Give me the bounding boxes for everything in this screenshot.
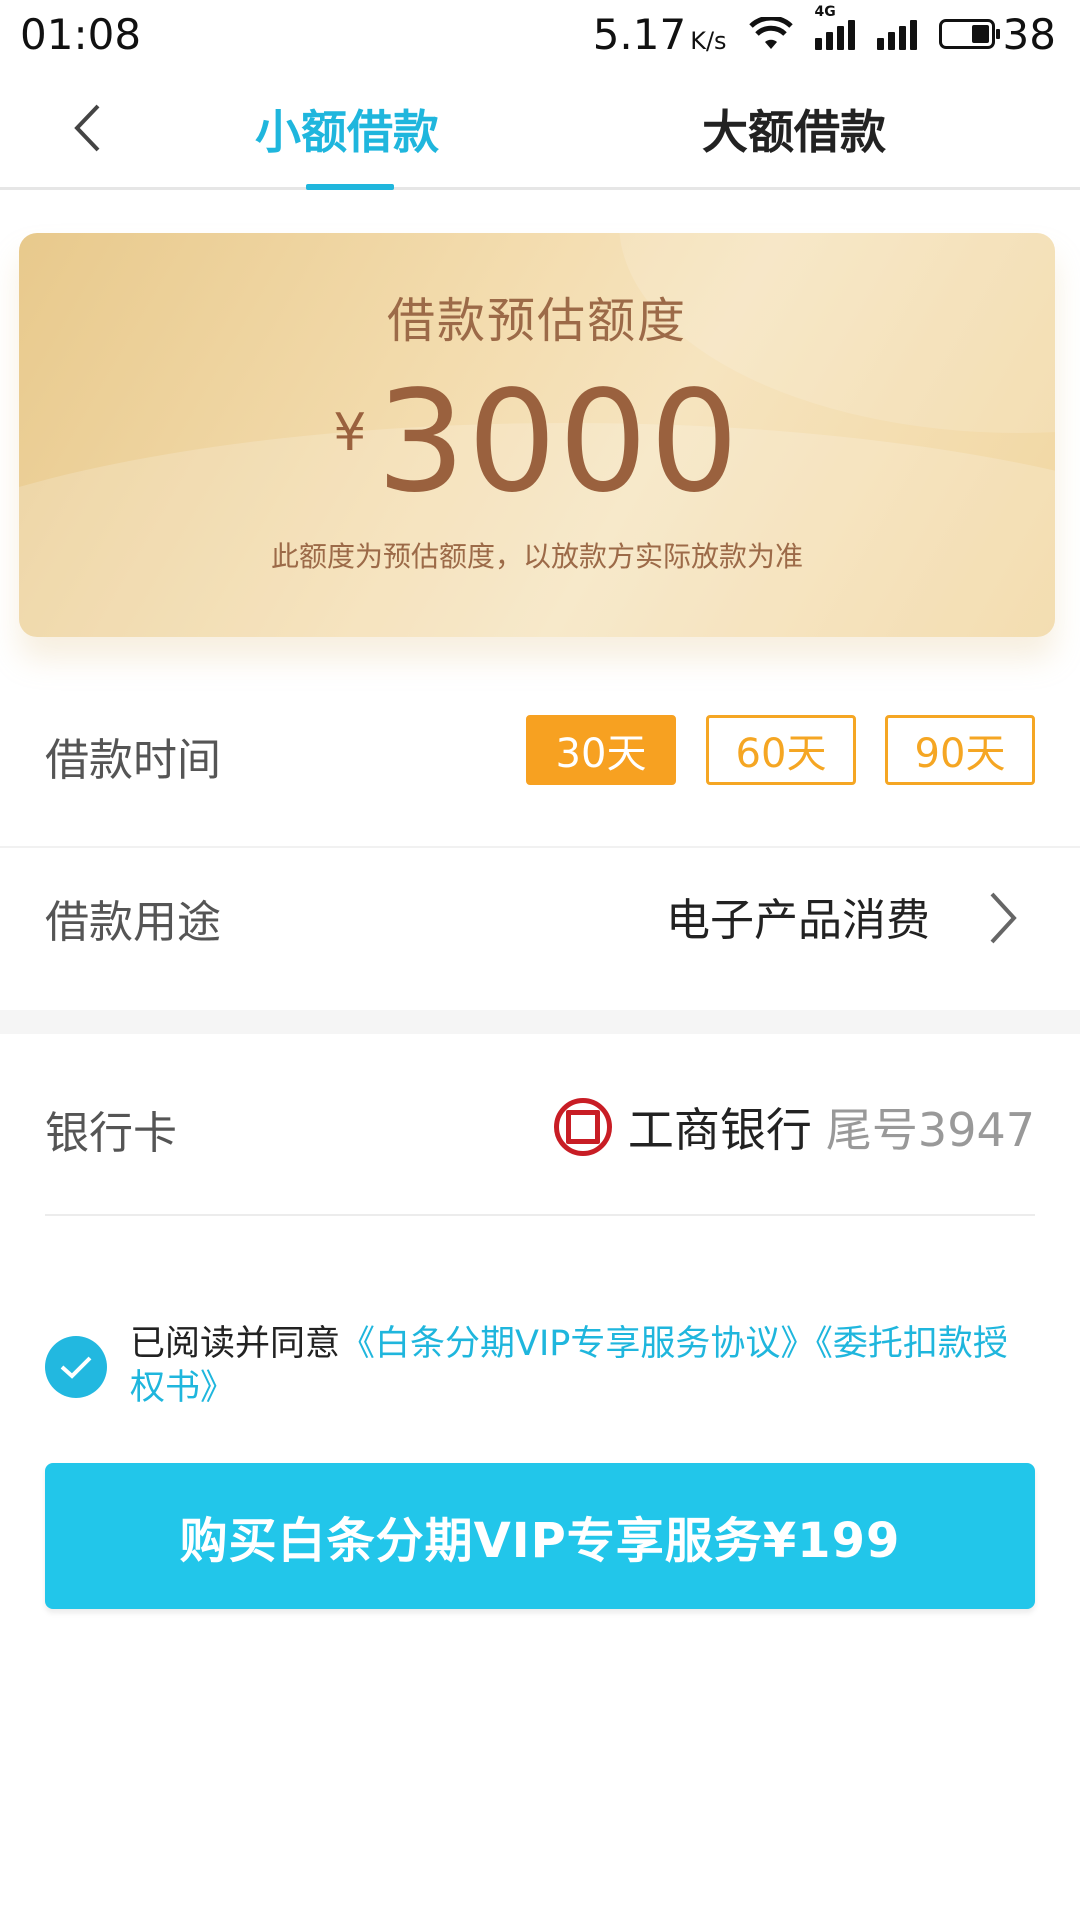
bank-card-label: 银行卡	[45, 1108, 177, 1159]
status-icons: 5.17 K/s 4G 38	[593, 4, 1056, 59]
credit-note: 此额度为预估额度，以放款方实际放款为准	[270, 540, 803, 573]
agreement-text: 已阅读并同意《白条分期VIP专享服务协议》《委托扣款授权书》	[130, 1322, 1035, 1410]
status-bar: 01:08 5.17 K/s 4G 38	[0, 0, 1080, 68]
active-tab-indicator	[306, 184, 394, 190]
signal-icon	[876, 18, 917, 50]
icbc-logo-icon	[553, 1098, 612, 1156]
credit-title: 借款预估额度	[386, 293, 687, 349]
loan-term-row: 借款时间 30天 60天 90天	[0, 680, 1080, 848]
chevron-left-icon	[74, 104, 100, 152]
section-divider	[0, 1010, 1080, 1034]
chevron-right-icon	[990, 892, 1017, 944]
network-type-label: 4G	[814, 4, 836, 20]
nav-header: 小额借款 大额借款	[0, 68, 1080, 190]
wifi-icon	[748, 17, 793, 49]
net-speed-unit: K/s	[690, 26, 727, 55]
bank-card-info: 工商银行 尾号3947	[553, 1094, 1035, 1160]
card-tail-number: 尾号3947	[825, 1103, 1035, 1157]
loan-term-label: 借款时间	[45, 735, 221, 786]
net-speed: 5.17 K/s	[593, 10, 727, 59]
currency-symbol: ¥	[333, 403, 367, 463]
signal-4g-icon: 4G	[814, 4, 855, 50]
battery-indicator: 38	[938, 9, 1056, 59]
agreement-prefix: 已阅读并同意	[130, 1324, 341, 1364]
term-option-30[interactable]: 30天	[526, 715, 676, 785]
agree-checkbox[interactable]	[45, 1336, 107, 1398]
battery-fill	[971, 25, 989, 43]
back-button[interactable]	[62, 98, 112, 158]
tab-small-loan[interactable]: 小额借款	[255, 96, 439, 162]
vip-service-agreement-link[interactable]: 《白条分期VIP专享服务协议》	[340, 1324, 815, 1364]
bank-name: 工商银行	[627, 1103, 812, 1157]
net-speed-value: 5.17	[592, 9, 687, 59]
loan-purpose-row[interactable]: 借款用途 电子产品消费	[0, 848, 1080, 1010]
bank-card-row[interactable]: 银行卡 工商银行 尾号3947	[45, 1034, 1035, 1216]
buy-vip-service-button[interactable]: 购买白条分期VIP专享服务¥199	[45, 1463, 1035, 1609]
term-option-90[interactable]: 90天	[885, 715, 1035, 785]
app-screen: 01:08 5.17 K/s 4G 38 小额借款 大额借款 借款预估额度 ¥ …	[0, 0, 1080, 1920]
battery-percent: 38	[1002, 9, 1056, 59]
tab-large-loan[interactable]: 大额借款	[702, 96, 886, 162]
checkmark-icon	[60, 1356, 92, 1379]
loan-purpose-label: 借款用途	[45, 897, 221, 948]
battery-icon	[938, 19, 1000, 49]
amount-value: 3000	[376, 361, 741, 524]
credit-limit-card: 借款预估额度 ¥ 3000 此额度为预估额度，以放款方实际放款为准	[19, 233, 1055, 637]
loan-purpose-value: 电子产品消费	[666, 895, 930, 946]
status-time: 01:08	[20, 9, 142, 59]
term-option-60[interactable]: 60天	[706, 715, 856, 785]
credit-amount: ¥ 3000	[19, 373, 1055, 513]
